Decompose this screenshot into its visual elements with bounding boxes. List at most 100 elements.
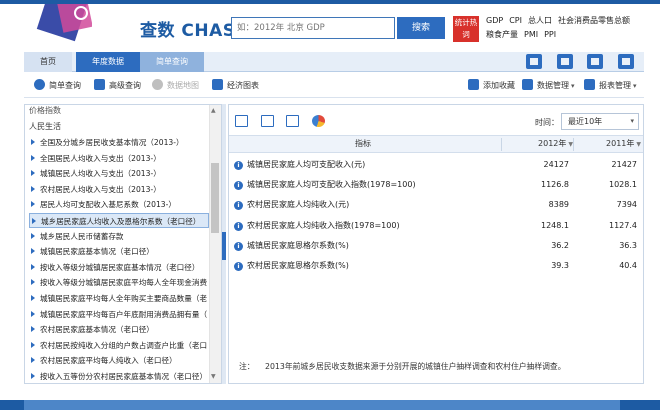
indicator-name: 农村居民家庭人均纯收入(元): [247, 200, 350, 210]
column-header-2011[interactable]: 2011年 ▼: [571, 136, 641, 153]
time-range-select[interactable]: 最近10年 ▾: [561, 113, 639, 130]
expand-arrow-icon[interactable]: [31, 232, 35, 239]
column-header-2012[interactable]: 2012年 ▼: [503, 136, 573, 153]
column-header-indicator[interactable]: 指标: [355, 136, 371, 152]
main-nav: 首页 年度数据 简单查询: [24, 52, 644, 72]
expand-arrow-icon[interactable]: [31, 154, 35, 161]
economic-chart-button[interactable]: 经济图表: [212, 79, 259, 93]
info-icon[interactable]: i: [234, 221, 243, 231]
value-2011: 1028.1: [609, 180, 637, 190]
query-toolbar: 简单查询 高级查询 数据地图 经济图表 添加收藏 数据管理 ▾ 报表管理 ▾: [24, 74, 644, 98]
expand-arrow-icon[interactable]: [31, 295, 35, 301]
search-input[interactable]: [232, 18, 394, 38]
info-icon[interactable]: i: [234, 181, 243, 191]
search-box[interactable]: [231, 17, 395, 39]
tree-item[interactable]: 全国及分城乡居民收支基本情况（2013-）: [29, 135, 209, 150]
tree-scrollbar-track[interactable]: [209, 105, 221, 383]
hot-link-population[interactable]: 总人口: [528, 14, 552, 28]
data-manage-dropdown[interactable]: 数据管理 ▾: [522, 79, 575, 93]
scroll-up-arrow-icon[interactable]: ▲: [211, 107, 216, 114]
table-view-icon[interactable]: [235, 115, 248, 127]
tree-category-people-life[interactable]: 人民生活: [29, 121, 61, 132]
scroll-down-arrow-icon[interactable]: ▼: [211, 373, 216, 380]
expand-arrow-icon[interactable]: [31, 310, 35, 317]
expand-arrow-icon[interactable]: [32, 218, 36, 224]
hot-link-pmi[interactable]: PMI: [524, 28, 538, 42]
tree-item[interactable]: 按收入五等份分农村居民家庭基本情况（老口径）: [29, 369, 209, 383]
add-favorite-button[interactable]: 添加收藏: [468, 79, 515, 93]
expand-arrow-icon[interactable]: [31, 201, 35, 208]
info-icon[interactable]: i: [234, 241, 243, 251]
pie-chart-view-icon[interactable]: [311, 115, 325, 127]
value-2011: 1127.4: [609, 220, 637, 230]
data-grid-panel: 时间： 最近10年 ▾ 指标 2012年 ▼ 2011年 ▼ i 城镇居民家庭人均可支…: [228, 104, 644, 384]
archive-icon[interactable]: [556, 54, 573, 69]
expand-arrow-icon[interactable]: [31, 326, 35, 333]
magnifier-icon: [34, 79, 45, 90]
table-row[interactable]: i 农村居民家庭人均纯收入指数(1978=100) 1248.1 1127.4: [229, 216, 643, 236]
tab-home[interactable]: 首页: [24, 52, 72, 72]
tree-item[interactable]: 按收入等级分城镇居民家庭平均每人全年现金消费: [29, 275, 209, 290]
tree-item[interactable]: 城镇居民家庭平均每百户年底耐用消费品拥有量（: [29, 307, 209, 322]
value-2012: 8389: [548, 200, 569, 210]
hot-link-gdp[interactable]: GDP: [486, 14, 503, 28]
simple-query-button[interactable]: 简单查询: [34, 79, 81, 93]
horizontal-bar-view-icon[interactable]: [286, 115, 300, 127]
bar-chart-view-icon[interactable]: [260, 115, 274, 127]
tree-item[interactable]: 城镇居民人均收入与支出（2013-）: [29, 166, 209, 181]
bottom-bar: [0, 400, 660, 410]
tree-item[interactable]: 农村居民家庭基本情况（老口径）: [29, 322, 209, 337]
tree-item[interactable]: 城乡居民人民币储蓄存款: [29, 229, 209, 244]
hot-link-grain[interactable]: 粮食产量: [486, 28, 518, 42]
expand-arrow-icon[interactable]: [31, 341, 35, 348]
plus-icon: [468, 79, 479, 90]
hot-link-cpi[interactable]: CPI: [509, 14, 522, 28]
tree-scrollbar-thumb[interactable]: [211, 163, 219, 233]
table-row[interactable]: i 城镇居民家庭人均可支配收入指数(1978=100) 1126.8 1028.1: [229, 175, 643, 195]
value-2012: 1126.8: [541, 180, 569, 190]
expand-arrow-icon[interactable]: [31, 170, 35, 177]
table-row[interactable]: i 城镇居民家庭人均可支配收入(元) 24127 21427: [229, 155, 643, 175]
hot-link-ppi[interactable]: PPI: [544, 28, 556, 42]
expand-arrow-icon[interactable]: [31, 357, 35, 364]
expand-arrow-icon[interactable]: [31, 185, 35, 192]
expand-arrow-icon[interactable]: [31, 263, 35, 270]
tab-simple-query[interactable]: 简单查询: [140, 52, 204, 72]
tree-item[interactable]: 居民人均可支配收入基尼系数（2013-）: [29, 197, 209, 212]
tree-item[interactable]: 农村居民家庭平均每人纯收入（老口径）: [29, 353, 209, 368]
tree-category-price-index[interactable]: 价格指数: [29, 105, 61, 116]
advanced-search-icon: [94, 79, 105, 90]
value-2012: 36.2: [551, 240, 569, 250]
map-icon: [152, 79, 163, 90]
hot-link-retail[interactable]: 社会消费品零售总额: [558, 14, 630, 28]
search-button[interactable]: 搜索: [397, 17, 445, 39]
tree-item[interactable]: 城镇居民家庭平均每人全年购买主要商品数量（老: [29, 291, 209, 306]
info-icon[interactable]: i: [234, 201, 243, 211]
tree-item[interactable]: 全国居民人均收入与支出（2013-）: [29, 151, 209, 166]
table-row[interactable]: i 农村居民家庭恩格尔系数(%) 39.3 40.4: [229, 256, 643, 276]
tab-year-data[interactable]: 年度数据: [76, 52, 140, 72]
report-manage-dropdown[interactable]: 报表管理 ▾: [584, 79, 637, 93]
advanced-query-button[interactable]: 高级查询: [94, 79, 141, 93]
data-map-button[interactable]: 数据地图: [152, 79, 199, 93]
tree-item[interactable]: 城镇居民家庭基本情况（老口径）: [29, 244, 209, 259]
report-icon: [584, 79, 595, 90]
panel-splitter[interactable]: [222, 104, 226, 384]
tree-item[interactable]: 农村居民人均收入与支出（2013-）: [29, 182, 209, 197]
info-icon[interactable]: i: [234, 262, 243, 271]
table-row[interactable]: i 城镇居民家庭恩格尔系数(%) 36.2 36.3: [229, 236, 643, 256]
download-icon[interactable]: [526, 54, 543, 69]
table-row[interactable]: i 农村居民家庭人均纯收入(元) 8389 7394: [229, 195, 643, 215]
value-2011: 40.4: [619, 261, 637, 270]
expand-arrow-icon[interactable]: [31, 248, 35, 255]
data-manage-icon: [522, 79, 533, 90]
expand-arrow-icon[interactable]: [31, 139, 35, 145]
tree-item[interactable]: 按收入等级分城镇居民家庭基本情况（老口径）: [29, 260, 209, 275]
share-icon[interactable]: [618, 54, 634, 69]
tree-item[interactable]: 农村居民按纯收入分组的户数占调查户比重（老口: [29, 338, 209, 353]
info-icon[interactable]: i: [234, 161, 243, 170]
tree-item[interactable]: 城乡居民家庭人均收入及恩格尔系数（老口径）: [29, 213, 209, 228]
print-icon[interactable]: [587, 54, 604, 69]
expand-arrow-icon[interactable]: [31, 373, 35, 379]
expand-arrow-icon[interactable]: [31, 279, 35, 286]
